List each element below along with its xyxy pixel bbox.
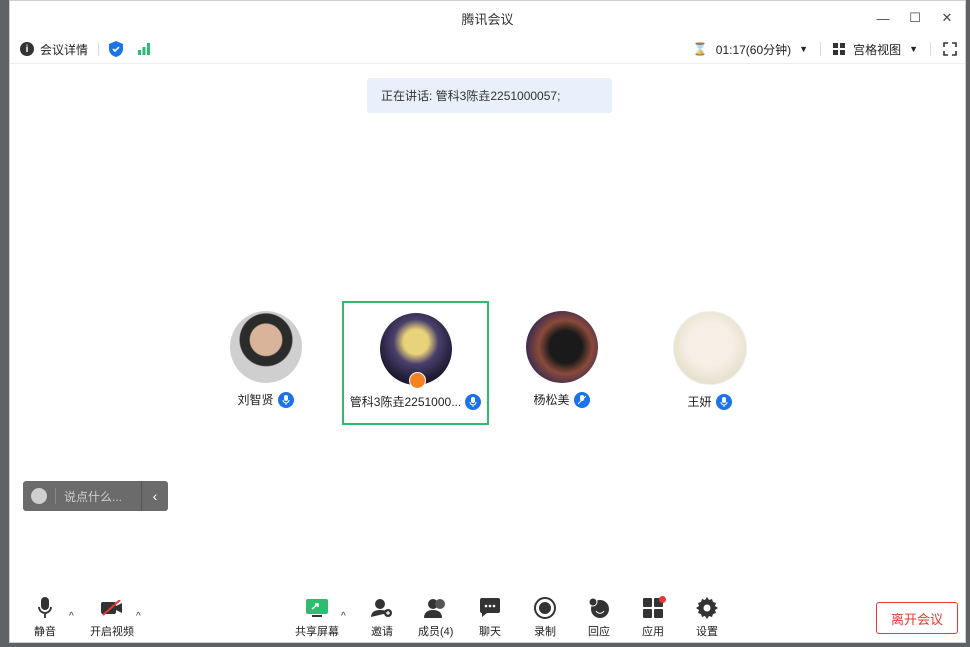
participant-name: 杨松美 (533, 393, 570, 407)
fullscreen-icon[interactable] (943, 42, 957, 56)
signal-icon[interactable] (137, 42, 151, 56)
microphone-icon (38, 597, 52, 618)
gear-icon (696, 597, 718, 619)
invite-label: 邀请 (371, 626, 393, 638)
minimize-icon[interactable]: — (871, 7, 895, 29)
meeting-timer[interactable]: 01:17(60分钟) (716, 41, 791, 58)
video-label: 开启视频 (90, 626, 134, 638)
leave-meeting-button[interactable]: 离开会议 (876, 602, 958, 634)
divider (55, 488, 56, 504)
window-controls: — ☐ ✕ (871, 7, 959, 29)
avatar (672, 311, 747, 385)
mute-label: 静音 (34, 626, 56, 638)
add-person-icon (371, 599, 392, 617)
emoji-icon[interactable] (31, 488, 47, 504)
timer-dropdown-icon[interactable]: ▼ (799, 44, 808, 54)
close-icon[interactable]: ✕ (935, 7, 959, 29)
record-button[interactable]: 录制 (534, 597, 556, 639)
chat-input[interactable]: 说点什么... (64, 488, 141, 505)
view-mode-button[interactable]: 宫格视图 (853, 41, 901, 58)
info-bar: i 会议详情 ⌛ 01:17(60分钟) ▼ 宫格视图 ▼ (10, 35, 965, 64)
video-button[interactable]: 开启视频 (90, 597, 134, 639)
divider (98, 42, 100, 56)
members-icon (423, 599, 445, 618)
quick-chat-box[interactable]: 说点什么... ‹ (23, 481, 168, 511)
chat-button[interactable]: 聊天 (479, 597, 501, 639)
emoji-reaction-icon (588, 597, 609, 618)
share-label: 共享屏幕 (295, 626, 339, 638)
participant-name: 管科3陈垚2251000... (349, 395, 462, 409)
react-button[interactable]: 回应 (588, 597, 610, 639)
share-screen-button[interactable]: 共享屏幕 (295, 597, 339, 639)
avatar (525, 311, 598, 383)
window-title: 腾讯会议 (461, 11, 514, 27)
share-screen-icon (306, 599, 328, 617)
record-icon (534, 597, 556, 619)
participant-name: 刘智贤 (237, 393, 274, 407)
members-button[interactable]: 成员(4) (418, 597, 453, 639)
mic-icon (715, 393, 732, 410)
record-label: 录制 (534, 626, 556, 638)
apps-label: 应用 (642, 626, 664, 638)
chat-label: 聊天 (479, 626, 501, 638)
maximize-icon[interactable]: ☐ (903, 7, 927, 29)
share-options-icon[interactable]: ^ (341, 611, 346, 622)
participant-tile-active[interactable]: 管科3陈垚2251000... (342, 301, 489, 425)
participant-tile[interactable]: 刘智贤 (192, 301, 339, 425)
chat-icon (480, 598, 500, 617)
members-label: 成员(4) (418, 626, 454, 638)
participant-tile[interactable]: 杨松美 (488, 301, 635, 425)
mute-button[interactable]: 静音 (34, 597, 56, 639)
notification-dot-icon (659, 596, 666, 603)
react-label: 回应 (588, 626, 610, 638)
host-icon (408, 372, 426, 389)
mic-icon (465, 393, 482, 410)
divider (820, 42, 822, 56)
grid-view-icon[interactable] (833, 43, 846, 55)
mic-icon (277, 391, 294, 408)
hourglass-icon: ⌛ (692, 42, 708, 56)
active-speaker-banner: 正在讲话: 管科3陈垚2251000057; (367, 78, 612, 113)
video-off-icon (101, 600, 122, 616)
info-icon[interactable]: i (20, 42, 34, 56)
mic-muted-icon (573, 391, 590, 408)
video-options-icon[interactable]: ^ (136, 611, 141, 622)
participant-name: 王妍 (687, 395, 712, 409)
audio-options-icon[interactable]: ^ (69, 611, 74, 622)
view-dropdown-icon[interactable]: ▼ (909, 44, 918, 54)
invite-button[interactable]: 邀请 (371, 597, 393, 639)
avatar (379, 313, 452, 389)
meeting-details-link[interactable]: 会议详情 (40, 41, 88, 58)
settings-label: 设置 (696, 626, 718, 638)
shield-icon[interactable] (109, 41, 124, 57)
participant-tile[interactable]: 王妍 (636, 301, 783, 425)
meeting-window: 腾讯会议 — ☐ ✕ i 会议详情 ⌛ 01:17(60分钟) ▼ 宫格视图 ▼… (9, 0, 966, 643)
divider (930, 42, 931, 56)
title-bar: 腾讯会议 — ☐ ✕ (10, 1, 965, 35)
avatar (229, 311, 302, 383)
settings-button[interactable]: 设置 (696, 597, 718, 639)
apps-button[interactable]: 应用 (642, 596, 666, 639)
collapse-icon[interactable]: ‹ (142, 488, 168, 504)
